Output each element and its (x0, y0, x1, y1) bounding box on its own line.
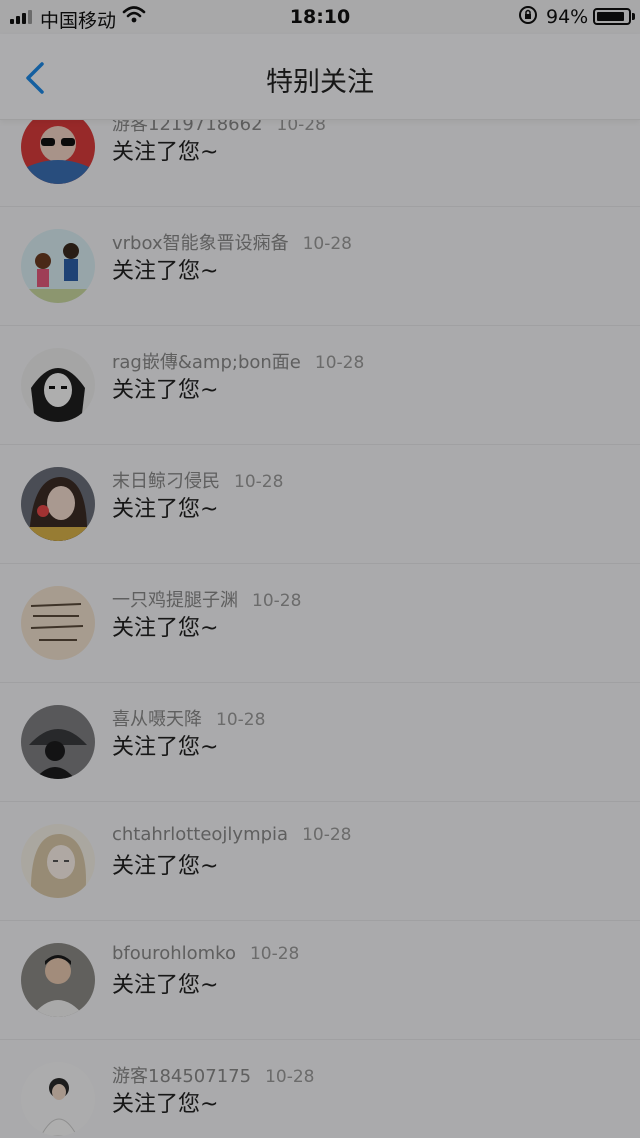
battery-icon (593, 8, 635, 25)
date: 10-28 (302, 825, 352, 845)
user-name[interactable]: 游客184507175 (112, 1066, 251, 1087)
user-name[interactable]: 一只鸡提腿子渊 (112, 590, 238, 611)
list-item[interactable]: rag嵌傳&amp;bon面e 10-28 关注了您~ (0, 326, 640, 445)
meta: 游客184507175 10-28 (112, 1062, 314, 1088)
list-item[interactable]: vrbox智能象晋设痫备 10-28 关注了您~ (0, 207, 640, 326)
date: 10-28 (252, 591, 302, 611)
avatar[interactable] (21, 586, 95, 660)
message: 关注了您~ (112, 973, 219, 998)
avatar[interactable] (21, 467, 95, 541)
message: 关注了您~ (112, 497, 219, 522)
message: 关注了您~ (112, 259, 219, 284)
date: 10-28 (249, 944, 300, 964)
date: 10-28 (216, 710, 266, 730)
meta: chtahrlotteojlympia 10-28 (112, 824, 351, 845)
message: 关注了您~ (112, 140, 219, 165)
list-item[interactable]: bfourohlomko 10-28 关注了您~ (0, 921, 640, 1040)
meta: 末日鲸刁侵民 10-28 (112, 467, 283, 493)
user-name[interactable]: vrbox智能象晋设痫备 (112, 233, 289, 254)
list-item[interactable]: 末日鲸刁侵民 10-28 关注了您~ (0, 445, 640, 564)
battery-percent: 94% (546, 6, 589, 28)
avatar[interactable] (21, 229, 95, 303)
avatar[interactable] (21, 348, 95, 422)
avatar[interactable] (21, 110, 95, 184)
list-item[interactable]: chtahrlotteojlympia 10-28 关注了您~ (0, 802, 640, 921)
message: 关注了您~ (112, 1092, 219, 1117)
meta: vrbox智能象晋设痫备 10-28 (112, 229, 352, 255)
date: 10-28 (314, 353, 365, 373)
list-item[interactable]: 游客184507175 10-28 关注了您~ (0, 1040, 640, 1138)
navigation-bar: 特别关注 (0, 34, 640, 120)
user-name[interactable]: 喜从嗫天降 (112, 709, 202, 730)
page-title: 特别关注 (266, 67, 374, 98)
status-bar: 中国移动 18:10 94% (0, 0, 640, 34)
avatar[interactable] (21, 1062, 95, 1136)
screen: 游客1219718662 10-28 关注了您~ vrbox智能象晋设痫备 10-2… (0, 0, 640, 1138)
list-item[interactable]: 喜从嗫天降 10-28 关注了您~ (0, 683, 640, 802)
meta: bfourohlomko 10-28 (112, 943, 299, 964)
date: 10-28 (234, 472, 284, 492)
meta: rag嵌傳&amp;bon面e 10-28 (112, 348, 364, 374)
rotation-lock-icon (518, 5, 538, 30)
clock: 18:10 (289, 6, 351, 28)
avatar[interactable] (21, 705, 95, 779)
list-item[interactable]: 一只鸡提腿子渊 10-28 关注了您~ (0, 564, 640, 683)
avatar[interactable] (21, 943, 95, 1017)
message: 关注了您~ (112, 735, 219, 760)
meta: 一只鸡提腿子渊 10-28 (112, 586, 301, 612)
user-name[interactable]: 末日鲸刁侵民 (112, 471, 220, 492)
avatar[interactable] (21, 824, 95, 898)
user-name[interactable]: chtahrlotteojlympia (112, 824, 288, 845)
user-name[interactable]: bfourohlomko (112, 943, 236, 964)
message: 关注了您~ (112, 616, 219, 641)
message: 关注了您~ (112, 854, 219, 879)
user-name[interactable]: rag嵌傳&amp;bon面e (112, 352, 301, 373)
message: 关注了您~ (112, 378, 219, 403)
date: 10-28 (265, 1067, 315, 1087)
date: 10-28 (302, 234, 352, 254)
meta: 喜从嗫天降 10-28 (112, 705, 265, 731)
